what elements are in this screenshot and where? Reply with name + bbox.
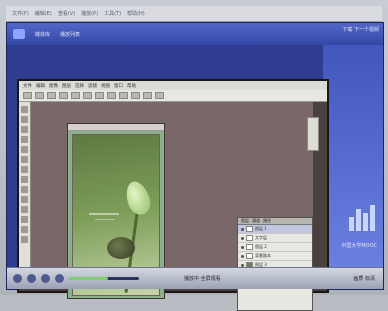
layer-thumbnail xyxy=(246,253,253,259)
zoom-tool-icon[interactable] xyxy=(21,226,28,233)
artwork-text-line xyxy=(95,219,115,220)
option-icon[interactable] xyxy=(155,92,164,99)
menu-file[interactable]: 文件(F) xyxy=(12,10,29,17)
side-caption: 中国大学MOOC xyxy=(341,243,377,249)
artwork-text-line xyxy=(89,213,119,215)
lasso-tool-icon[interactable] xyxy=(21,126,28,133)
stamp-tool-icon[interactable] xyxy=(21,166,28,173)
option-icon[interactable] xyxy=(131,92,140,99)
move-tool-icon[interactable] xyxy=(21,106,28,113)
playlist-button[interactable]: 播放列表 xyxy=(60,31,80,38)
ps-menu-help[interactable]: 帮助 xyxy=(127,83,136,89)
document-title-bar[interactable] xyxy=(68,124,164,131)
ps-menu-file[interactable]: 文件 xyxy=(23,83,32,89)
layer-name: 图层 1 xyxy=(255,226,267,231)
side-panel: 中国大学MOOC xyxy=(323,45,383,267)
layers-panel: 图层 通道 路径 图层 1 文字层 图层 2 背景副本 图层 3 背景 xyxy=(237,217,313,311)
hand-tool-icon[interactable] xyxy=(21,216,28,223)
photoshop-menu-bar: 文件 编辑 图像 图层 选择 滤镜 视图 窗口 帮助 xyxy=(19,81,327,90)
visibility-eye-icon[interactable] xyxy=(241,236,244,240)
pen-tool-icon[interactable] xyxy=(21,206,28,213)
side-logo-graphic xyxy=(349,205,375,231)
next-video-label[interactable]: 下载 下一个视频 xyxy=(342,26,379,33)
option-icon[interactable] xyxy=(107,92,116,99)
player-controls: 播放中 全屏观看 画质 标清 xyxy=(7,267,383,289)
progress-fill xyxy=(69,277,108,280)
layers-panel-tabs: 图层 通道 路径 xyxy=(238,218,312,225)
tab-layers[interactable]: 图层 xyxy=(241,218,249,224)
option-icon[interactable] xyxy=(23,92,32,99)
next-icon[interactable] xyxy=(55,274,64,283)
eraser-tool-icon[interactable] xyxy=(21,176,28,183)
layer-row[interactable]: 图层 2 xyxy=(238,243,312,252)
option-icon[interactable] xyxy=(71,92,80,99)
lotus-bud xyxy=(122,178,154,218)
layer-row[interactable]: 文字层 xyxy=(238,234,312,243)
library-button[interactable]: 媒体库 xyxy=(35,31,50,38)
layer-thumbnail xyxy=(246,235,253,241)
layer-name: 文字层 xyxy=(255,235,267,240)
player-logo-icon xyxy=(13,29,25,39)
visibility-eye-icon[interactable] xyxy=(241,245,244,249)
ps-menu-layer[interactable]: 图层 xyxy=(62,83,71,89)
previous-icon[interactable] xyxy=(41,274,50,283)
photoshop-options-bar xyxy=(19,90,327,102)
ps-menu-view[interactable]: 视图 xyxy=(101,83,110,89)
screen-photo: 文件(F) 编辑(E) 查看(V) 播放(P) 工具(T) 帮助(H) 媒体库 … xyxy=(0,0,388,311)
layer-row[interactable]: 背景副本 xyxy=(238,252,312,261)
ps-menu-window[interactable]: 窗口 xyxy=(114,83,123,89)
player-top-bar: 媒体库 播放列表 下载 下一个视频 xyxy=(7,23,383,45)
gradient-tool-icon[interactable] xyxy=(21,186,28,193)
play-icon[interactable] xyxy=(13,274,22,283)
photoshop-window: 文件 编辑 图像 图层 选择 滤镜 视图 窗口 帮助 图层 通道 路径 图层 1… xyxy=(17,79,329,311)
menu-view[interactable]: 查看(V) xyxy=(58,10,75,17)
tab-paths[interactable]: 路径 xyxy=(263,218,271,224)
crop-tool-icon[interactable] xyxy=(21,146,28,153)
layer-row[interactable]: 图层 1 xyxy=(238,225,312,234)
tab-channels[interactable]: 通道 xyxy=(252,218,260,224)
option-icon[interactable] xyxy=(143,92,152,99)
option-icon[interactable] xyxy=(47,92,56,99)
layer-thumbnail xyxy=(246,244,253,250)
playback-status[interactable]: 播放中 全屏观看 xyxy=(184,275,221,282)
media-player-window: 媒体库 播放列表 下载 下一个视频 中国大学MOOC 文件 编辑 图像 图层 选… xyxy=(6,22,384,311)
ps-menu-select[interactable]: 选择 xyxy=(75,83,84,89)
marquee-tool-icon[interactable] xyxy=(21,116,28,123)
ps-menu-image[interactable]: 图像 xyxy=(49,83,58,89)
outer-menu-bar: 文件(F) 编辑(E) 查看(V) 播放(P) 工具(T) 帮助(H) xyxy=(6,6,382,22)
menu-play[interactable]: 播放(P) xyxy=(81,10,98,17)
option-icon[interactable] xyxy=(35,92,44,99)
visibility-eye-icon[interactable] xyxy=(241,254,244,258)
photoshop-toolbox xyxy=(19,102,31,288)
text-tool-icon[interactable] xyxy=(21,196,28,203)
layer-name: 背景副本 xyxy=(255,253,271,258)
menu-help[interactable]: 帮助(H) xyxy=(127,10,145,17)
layer-name: 图层 2 xyxy=(255,244,267,249)
color-swatch-icon[interactable] xyxy=(21,236,28,243)
visibility-eye-icon[interactable] xyxy=(241,227,244,231)
option-icon[interactable] xyxy=(59,92,68,99)
ps-menu-edit[interactable]: 编辑 xyxy=(36,83,45,89)
quality-label[interactable]: 画质 标清 xyxy=(353,275,375,282)
wand-tool-icon[interactable] xyxy=(21,136,28,143)
lotus-seed-pod xyxy=(107,237,135,259)
stop-icon[interactable] xyxy=(27,274,36,283)
navigator-palette[interactable] xyxy=(307,117,319,151)
layer-thumbnail xyxy=(246,226,253,232)
menu-tools[interactable]: 工具(T) xyxy=(104,10,121,17)
option-icon[interactable] xyxy=(95,92,104,99)
menu-edit[interactable]: 编辑(E) xyxy=(35,10,52,17)
progress-track[interactable] xyxy=(69,277,139,280)
option-icon[interactable] xyxy=(119,92,128,99)
brush-tool-icon[interactable] xyxy=(21,156,28,163)
option-icon[interactable] xyxy=(83,92,92,99)
ps-menu-filter[interactable]: 滤镜 xyxy=(88,83,97,89)
